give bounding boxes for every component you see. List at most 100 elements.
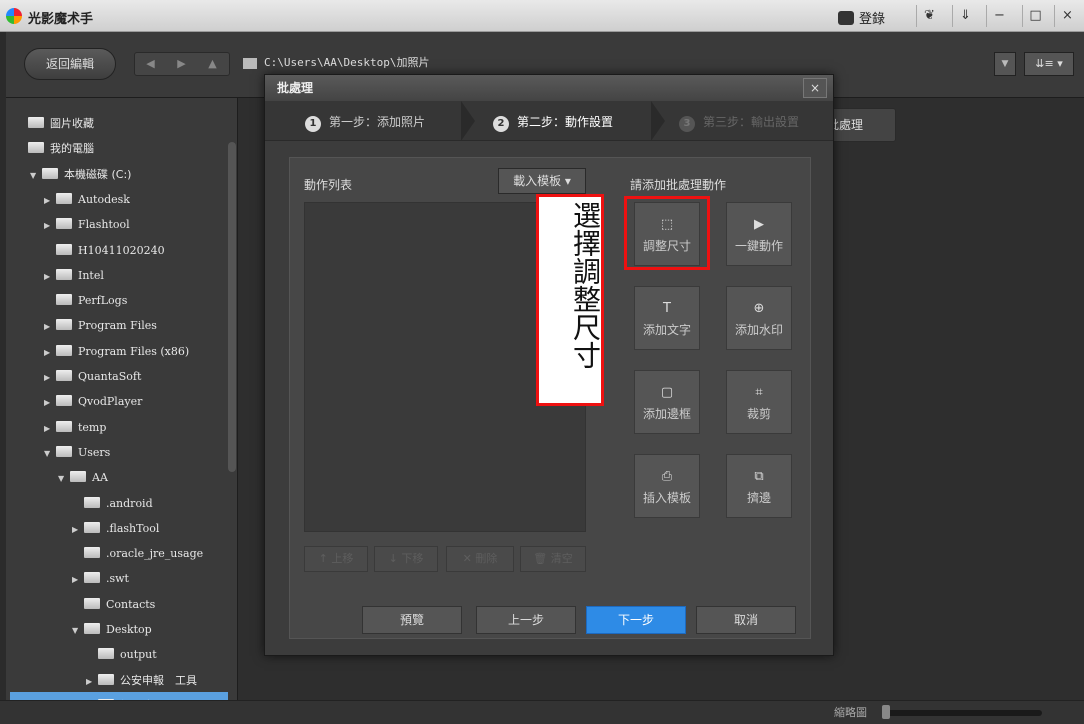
expand-caret-icon[interactable]: ▶ xyxy=(44,341,56,365)
expand-caret-icon[interactable]: ▶ xyxy=(44,214,56,238)
tree-item[interactable]: ▶ Autodesk xyxy=(44,188,130,212)
menu-button[interactable]: ⇓ xyxy=(952,5,978,27)
expand-caret-icon[interactable]: ▶ xyxy=(44,417,56,441)
tree-item[interactable]: ▼ Users xyxy=(44,441,110,465)
tree-item[interactable]: ▶ Intel xyxy=(44,264,104,288)
tree-item[interactable]: output xyxy=(86,643,157,667)
tree-item-label: 公安申報 工具 xyxy=(120,673,197,687)
back-arrow-icon[interactable]: ◀ xyxy=(135,53,166,75)
expand-caret-icon[interactable]: ▶ xyxy=(72,518,84,542)
expand-caret-icon[interactable]: ▼ xyxy=(30,164,42,188)
title-bar: 光影魔术手 登錄 ❦ ⇓ − □ × xyxy=(0,0,1084,32)
minimize-button[interactable]: − xyxy=(986,5,1012,27)
step-1[interactable]: 1 第一步：添加照片 xyxy=(305,113,425,132)
tree-item[interactable]: ▼ Desktop xyxy=(72,618,152,642)
tree-item-label: PerfLogs xyxy=(78,294,128,308)
dialog-close-button[interactable]: × xyxy=(803,78,827,98)
next-step-button[interactable]: 下一步 xyxy=(586,606,686,634)
tree-item[interactable]: 我的電腦 xyxy=(16,137,94,161)
tree-item[interactable]: ▶ Program Files xyxy=(44,314,157,338)
tree-item[interactable]: ▶ QvodPlayer xyxy=(44,390,142,414)
path-dropdown-button[interactable]: ▼ xyxy=(994,52,1016,76)
computer-icon xyxy=(28,142,44,154)
back-to-edit-button[interactable]: 返回編輯 xyxy=(24,48,116,80)
path-field[interactable]: C:\Users\AA\Desktop\加照片 xyxy=(264,52,1020,76)
tree-item[interactable]: ▶ temp xyxy=(44,416,106,440)
tree-item[interactable]: Contacts xyxy=(72,593,155,617)
tree-item[interactable]: ▶ .swt xyxy=(72,567,129,591)
tree-item-label: H10411020240 xyxy=(78,243,165,257)
tree-item[interactable]: ▶ QuantaSoft xyxy=(44,365,141,389)
thumbnail-zoom-slider[interactable] xyxy=(882,710,1042,716)
add-watermark-action-tile[interactable]: ⊕ 添加水印 xyxy=(726,286,792,350)
tree-item[interactable]: 圖片收藏 xyxy=(16,112,94,136)
one-click-action-tile[interactable]: ▶ 一鍵動作 xyxy=(726,202,792,266)
tree-item-label: output xyxy=(120,648,157,662)
folder-icon xyxy=(84,572,100,584)
app-logo-icon xyxy=(6,8,22,24)
tree-item-label: Desktop xyxy=(106,623,152,636)
tree-item-label: Contacts xyxy=(106,597,156,611)
folder-icon xyxy=(56,268,72,280)
maximize-button[interactable]: □ xyxy=(1022,5,1048,27)
delete-button[interactable]: ✕ 刪除 xyxy=(446,546,514,572)
tree-item-label: Autodesk xyxy=(78,192,130,206)
add-action-label: 請添加批處理動作 xyxy=(630,178,727,192)
step-divider xyxy=(651,101,665,141)
expand-caret-icon[interactable]: ▶ xyxy=(44,265,56,289)
expand-caret-icon[interactable]: ▼ xyxy=(58,467,70,491)
previous-step-button[interactable]: 上一步 xyxy=(476,606,576,634)
expand-caret-icon[interactable]: ▶ xyxy=(86,670,98,694)
expand-caret-icon[interactable]: ▶ xyxy=(44,366,56,390)
template-icon: ⎙ xyxy=(661,469,673,484)
app-title: 光影魔术手 xyxy=(28,12,94,27)
move-down-button[interactable]: ↓ 下移 xyxy=(374,546,438,572)
zoom-slider-handle[interactable] xyxy=(882,705,890,719)
expand-caret-icon[interactable]: ▶ xyxy=(44,315,56,339)
tree-item[interactable]: ▶ 公安申報 工具 xyxy=(86,669,197,693)
nav-buttons: ◀ ▶ ▲ xyxy=(134,52,230,76)
tree-item[interactable]: .android xyxy=(72,492,153,516)
tree-item[interactable]: ▼ AA xyxy=(58,466,108,490)
step-2[interactable]: 2 第二步：動作設置 xyxy=(493,113,613,132)
login-button[interactable]: 登錄 xyxy=(838,8,885,27)
tree-item-label: Flashtool xyxy=(78,218,130,232)
add-text-action-tile[interactable]: T 添加文字 xyxy=(634,286,700,350)
dialog-title: 批處理 xyxy=(265,75,833,101)
tree-item[interactable]: ▶ .flashTool xyxy=(72,517,159,541)
move-up-button[interactable]: ↑ 上移 xyxy=(304,546,368,572)
crop-icon: ⌗ xyxy=(755,385,763,400)
skin-button[interactable]: ❦ xyxy=(916,5,942,27)
border-icon: ▢ xyxy=(660,385,674,400)
add-border-action-tile[interactable]: ▢ 添加邊框 xyxy=(634,370,700,434)
tree-item[interactable]: .oracle_jre_usage xyxy=(72,542,203,566)
folder-icon xyxy=(56,243,72,255)
tree-item[interactable]: ▼ 本機磁碟 (C:) xyxy=(30,163,131,187)
sort-button[interactable]: ⇊≡ ▾ xyxy=(1024,52,1074,76)
load-template-dropdown[interactable]: 載入模板 ▾ xyxy=(498,168,586,194)
insert-template-action-tile[interactable]: ⎙ 插入模板 xyxy=(634,454,700,518)
forward-arrow-icon[interactable]: ▶ xyxy=(166,53,197,75)
expand-caret-icon[interactable]: ▶ xyxy=(44,391,56,415)
crop-action-tile[interactable]: ⌗ 裁剪 xyxy=(726,370,792,434)
folder-tree: 圖片收藏 我的電腦 ▼ 本機磁碟 (C:) ▶ Autodesk ▶ Flashtool H10… xyxy=(6,98,238,714)
expand-caret-icon[interactable]: ▼ xyxy=(44,442,56,466)
squeeze-edge-action-tile[interactable]: ⧉ 擠邊 xyxy=(726,454,792,518)
expand-caret-icon[interactable]: ▶ xyxy=(44,189,56,213)
cancel-button[interactable]: 取消 xyxy=(696,606,796,634)
tree-item[interactable]: ▶ Flashtool xyxy=(44,213,130,237)
up-arrow-icon[interactable]: ▲ xyxy=(197,53,228,75)
preview-button[interactable]: 預覽 xyxy=(362,606,462,634)
tree-item[interactable]: PerfLogs xyxy=(44,289,127,313)
tree-scrollbar[interactable] xyxy=(228,142,236,472)
folder-icon xyxy=(56,319,72,331)
step-3[interactable]: 3 第三步：輸出設置 xyxy=(679,113,799,132)
expand-caret-icon[interactable]: ▶ xyxy=(72,568,84,592)
clear-button[interactable]: 🗑 清空 xyxy=(520,546,586,572)
close-button[interactable]: × xyxy=(1054,5,1080,27)
tree-item-label: .oracle_jre_usage xyxy=(106,547,204,561)
tree-item[interactable]: H10411020240 xyxy=(44,239,165,263)
expand-caret-icon[interactable]: ▼ xyxy=(72,619,84,643)
tree-item-label: temp xyxy=(78,420,107,434)
tree-item[interactable]: ▶ Program Files (x86) xyxy=(44,340,189,364)
